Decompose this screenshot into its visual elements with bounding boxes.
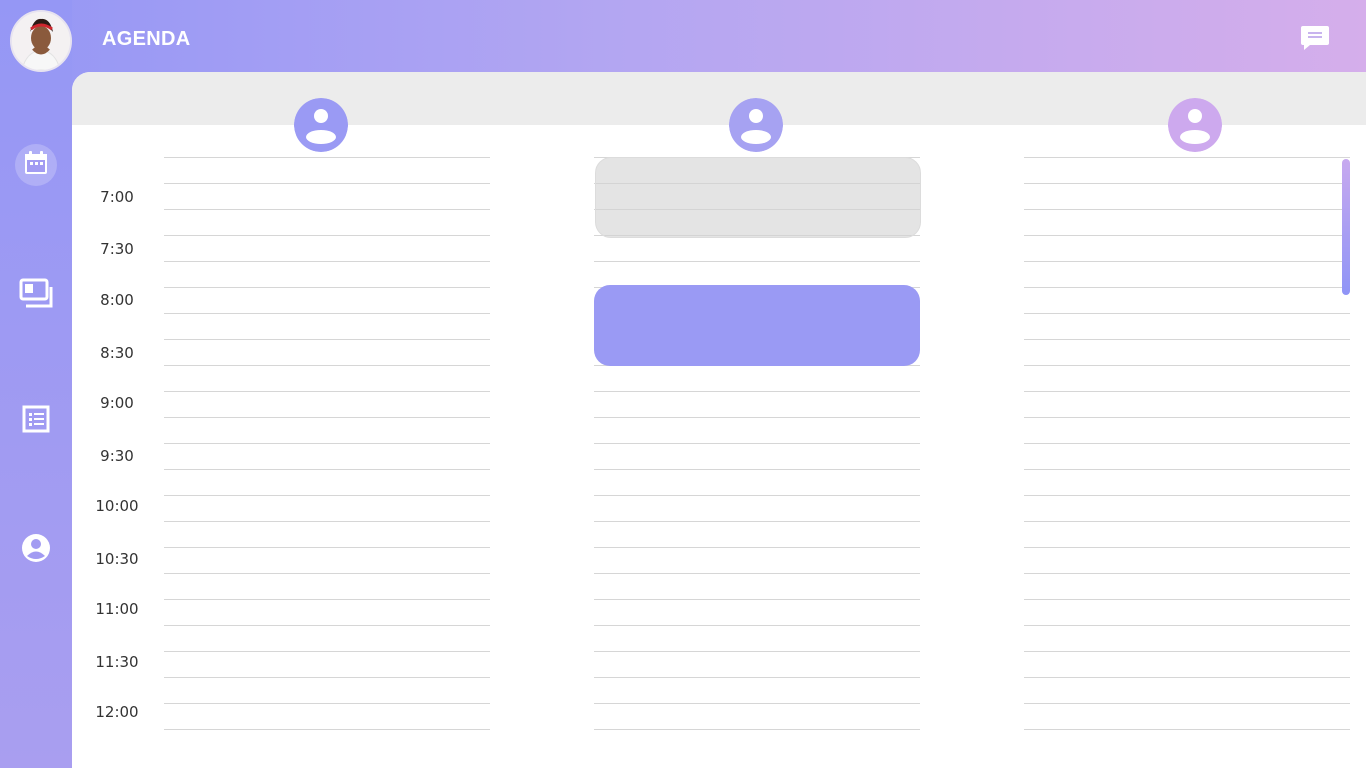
slot-line [164,625,490,626]
slot-line [164,313,490,314]
slot-line [164,157,490,158]
slot-line [594,495,920,496]
slot-line [594,391,920,392]
person-icon [729,98,783,152]
time-label: 9:30 [100,447,134,465]
slot-line [594,521,920,522]
slot-line [164,209,490,210]
slot-line [1024,157,1350,158]
sidebar [0,0,72,768]
slot-line [594,651,920,652]
slot-line [164,651,490,652]
slot-line [1024,599,1350,600]
person-icon [1168,98,1222,152]
slot-line [164,365,490,366]
list-icon [22,405,50,438]
slot-line [1024,287,1350,288]
slot-line [164,521,490,522]
slot-line [1024,313,1350,314]
slot-line [164,573,490,574]
slot-line [1024,495,1350,496]
nav-profile[interactable] [15,529,57,571]
slot-line [1024,391,1350,392]
time-label: 7:30 [100,240,134,258]
page-title: AGENDA [102,28,191,50]
slot-line [1024,417,1350,418]
slot-line [164,443,490,444]
slot-line [594,599,920,600]
person-icon [294,98,348,152]
time-label: 9:00 [100,394,134,412]
person-2-avatar[interactable] [729,98,783,152]
slot-line [164,495,490,496]
slot-line [594,573,920,574]
slot-line [164,599,490,600]
slot-line [164,287,490,288]
slot-line [594,261,920,262]
scrollbar[interactable] [1342,159,1350,295]
slot-line [1024,521,1350,522]
slot-line [164,469,490,470]
slot-line [594,417,920,418]
calendar-icon [22,149,50,182]
slot-line [164,261,490,262]
slot-line [1024,573,1350,574]
slot-line [164,235,490,236]
slot-line [164,183,490,184]
slides-icon [19,278,53,313]
time-label: 7:00 [100,188,134,206]
time-label: 8:00 [100,291,134,309]
person-1-avatar[interactable] [294,98,348,152]
slot-line [1024,261,1350,262]
time-label: 11:30 [95,653,139,671]
slot-line [1024,729,1350,730]
slot-line [164,677,490,678]
chat-icon [1300,26,1330,56]
slot-line [164,339,490,340]
slot-line [594,703,920,704]
slot-line [1024,183,1350,184]
chat-button[interactable] [1300,24,1334,54]
slot-line [1024,703,1350,704]
person-3-avatar[interactable] [1168,98,1222,152]
booked-event[interactable] [594,285,920,366]
slot-line [594,469,920,470]
time-label: 12:00 [95,703,139,721]
slot-line [1024,365,1350,366]
slot-line [164,417,490,418]
slot-line [1024,235,1350,236]
slot-line [594,443,920,444]
slot-line [1024,651,1350,652]
slot-line [594,677,920,678]
slot-line [1024,625,1350,626]
slot-line [1024,443,1350,444]
slot-line [164,547,490,548]
slot-line [1024,339,1350,340]
slot-line [594,625,920,626]
unavailable-block[interactable] [595,157,921,238]
slot-line [594,547,920,548]
nav-calendar[interactable] [15,144,57,186]
slot-line [594,729,920,730]
slot-line [164,391,490,392]
agenda-panel: 7:00 7:30 8:00 8:30 9:00 9:30 10:00 10:3… [72,72,1366,768]
time-label: 8:30 [100,344,134,362]
slot-line [164,729,490,730]
slot-line [1024,677,1350,678]
time-label: 10:00 [95,497,139,515]
time-label: 10:30 [95,550,139,568]
slot-line [1024,547,1350,548]
nav-list[interactable] [15,400,57,442]
time-label: 11:00 [95,600,139,618]
user-avatar[interactable] [10,10,72,72]
slot-line [1024,469,1350,470]
account-icon [21,533,51,568]
slot-line [164,703,490,704]
nav-slides[interactable] [15,274,57,316]
slot-line [1024,209,1350,210]
